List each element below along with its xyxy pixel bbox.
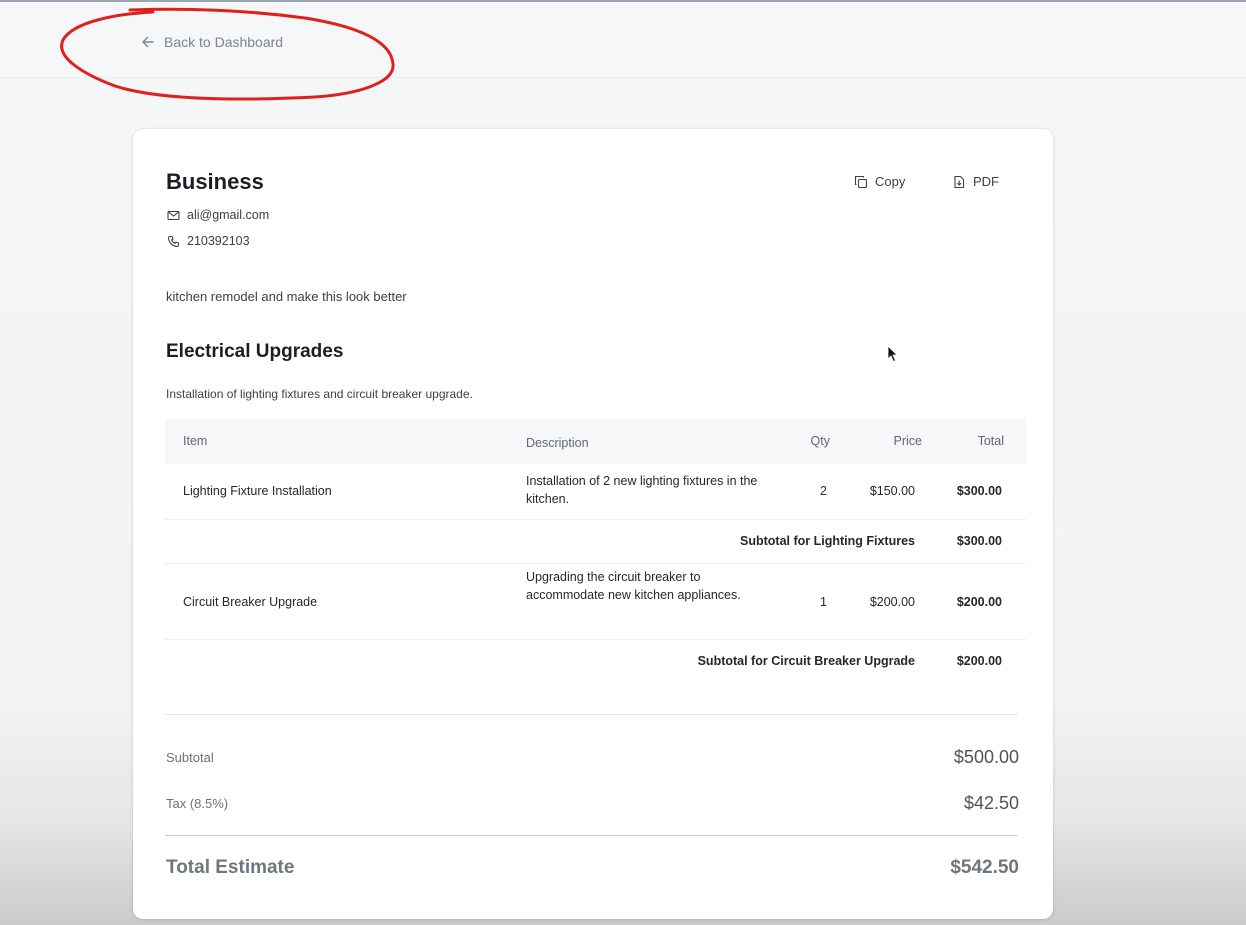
table-header: Item Description Qty Price Total <box>165 419 1026 464</box>
row-description: Installation of 2 new lighting fixtures … <box>526 474 758 506</box>
total-divider <box>165 835 1018 836</box>
copy-button-label: Copy <box>875 174 906 189</box>
summary-divider <box>165 714 1018 715</box>
summary-tax-value: $42.50 <box>963 793 1019 813</box>
col-header-description: Description <box>526 436 589 450</box>
subtotal-row: Subtotal for Lighting Fixtures $300.00 <box>165 520 1026 564</box>
summary-tax-label: Tax (8.5%) <box>166 796 229 811</box>
phone-row: 210392103 <box>167 234 250 248</box>
line-items-table: Item Description Qty Price Total Lightin… <box>165 419 1026 684</box>
business-name: Business <box>166 169 264 194</box>
table-row: Circuit Breaker Upgrade Upgrading the ci… <box>165 564 1026 640</box>
row-total: $200.00 <box>956 595 1002 609</box>
row-description: Upgrading the circuit breaker to accommo… <box>526 570 741 602</box>
row-qty: 1 <box>820 595 827 609</box>
summary-tax: Tax (8.5%) $42.50 <box>166 793 1019 814</box>
email-row: ali@gmail.com <box>167 208 269 222</box>
row-item: Lighting Fixture Installation <box>183 484 332 498</box>
summary-subtotal: Subtotal $500.00 <box>166 747 1019 768</box>
business-phone: 210392103 <box>187 234 250 248</box>
summary-total: Total Estimate $542.50 <box>166 857 1019 879</box>
total-estimate-label: Total Estimate <box>166 857 295 878</box>
subtotal-label: Subtotal for Circuit Breaker Upgrade <box>697 654 915 668</box>
subtotal-value: $200.00 <box>956 654 1002 668</box>
table-row: Lighting Fixture Installation Installati… <box>165 464 1026 520</box>
arrow-left-icon <box>142 36 154 48</box>
subtotal-row: Subtotal for Circuit Breaker Upgrade $20… <box>165 640 1026 684</box>
phone-icon <box>167 235 180 247</box>
back-link-label: Back to Dashboard <box>164 34 284 50</box>
col-header-item: Item <box>183 434 208 448</box>
copy-button[interactable]: Copy <box>854 174 905 189</box>
pdf-button-label: PDF <box>973 174 999 189</box>
mouse-cursor-icon <box>887 345 898 363</box>
summary-subtotal-value: $500.00 <box>953 747 1019 767</box>
total-estimate-value: $542.50 <box>950 857 1019 878</box>
copy-icon <box>854 175 868 188</box>
row-price: $150.00 <box>869 484 915 498</box>
row-price: $200.00 <box>869 595 915 609</box>
row-total: $300.00 <box>956 484 1002 498</box>
summary-subtotal-label: Subtotal <box>166 750 214 765</box>
col-header-price: Price <box>893 434 922 448</box>
pdf-button[interactable]: PDF <box>952 174 999 189</box>
estimate-card: Business ali@gmail.com 210392103 Copy PD… <box>133 129 1053 919</box>
subtotal-value: $300.00 <box>956 534 1002 548</box>
section-description: Installation of lighting fixtures and ci… <box>166 387 473 401</box>
file-pdf-icon <box>954 175 965 188</box>
project-description: kitchen remodel and make this look bette… <box>166 289 407 304</box>
back-to-dashboard-link[interactable]: Back to Dashboard <box>141 34 283 50</box>
business-email: ali@gmail.com <box>187 208 270 222</box>
col-header-qty: Qty <box>810 434 830 448</box>
subtotal-label: Subtotal for Lighting Fixtures <box>740 534 915 548</box>
row-item: Circuit Breaker Upgrade <box>183 595 318 609</box>
row-qty: 2 <box>820 484 827 498</box>
section-title: Electrical Upgrades <box>166 341 344 362</box>
col-header-total: Total <box>977 434 1004 448</box>
mail-icon <box>167 210 180 220</box>
